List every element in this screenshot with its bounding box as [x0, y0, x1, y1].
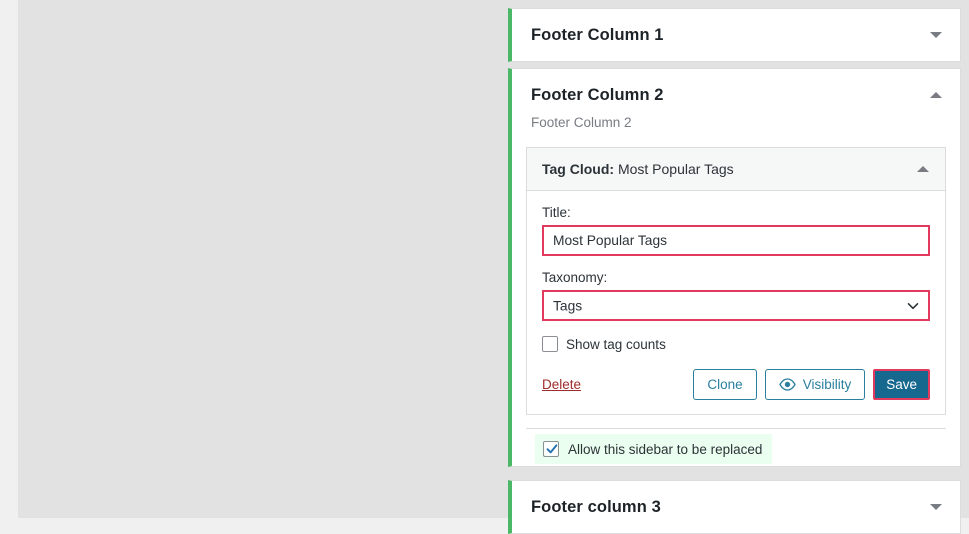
- panel-header-footer-column-2[interactable]: Footer Column 2: [512, 69, 960, 119]
- clone-button[interactable]: Clone: [693, 369, 757, 400]
- panel-footer-column-3[interactable]: Footer column 3: [508, 480, 961, 534]
- widget-panel-column: Footer Column 1 Footer Column 2 Footer C…: [504, 0, 969, 534]
- chevron-up-icon[interactable]: [930, 92, 942, 98]
- delete-link[interactable]: Delete: [542, 377, 581, 392]
- save-button[interactable]: Save: [873, 369, 930, 400]
- widget-instance-title: Most Popular Tags: [617, 161, 734, 177]
- taxonomy-select-value: Tags: [553, 298, 583, 313]
- widget-header-title: Tag Cloud: Most Popular Tags: [542, 161, 734, 177]
- panel-title: Footer Column 1: [531, 25, 664, 44]
- visibility-button-label: Visibility: [802, 377, 852, 392]
- left-rail: [0, 0, 18, 518]
- chevron-down-icon[interactable]: [930, 32, 942, 38]
- panel-footer-column-2: Footer Column 2 Footer Column 2 Tag Clou…: [508, 68, 961, 467]
- panel-description: Footer Column 2: [531, 115, 632, 130]
- widget-header[interactable]: Tag Cloud: Most Popular Tags: [527, 148, 945, 191]
- allow-sidebar-replace-checkbox[interactable]: [543, 441, 559, 457]
- widget-actions: Delete Clone Visibility Save: [542, 369, 930, 400]
- allow-sidebar-replace-highlight[interactable]: Allow this sidebar to be replaced: [535, 434, 773, 464]
- title-field-label: Title:: [542, 205, 571, 220]
- title-input[interactable]: [542, 225, 930, 256]
- visibility-button[interactable]: Visibility: [764, 369, 866, 400]
- panel-header-footer-column-3[interactable]: Footer column 3: [512, 481, 960, 533]
- panel-footer-column-1[interactable]: Footer Column 1: [508, 8, 961, 62]
- screen-root: Footer Column 1 Footer Column 2 Footer C…: [0, 0, 969, 534]
- allow-sidebar-replace-row[interactable]: Allow this sidebar to be replaced: [526, 429, 946, 469]
- panel-title: Footer Column 2: [531, 85, 664, 104]
- show-tag-counts-checkbox[interactable]: [542, 336, 558, 352]
- widget-body: Title: Taxonomy: Tags: [527, 191, 945, 414]
- panel-body: Tag Cloud: Most Popular Tags Title: Taxo…: [512, 130, 960, 469]
- taxonomy-field-label: Taxonomy:: [542, 270, 608, 285]
- widget-button-group: Clone Visibility Save: [693, 369, 930, 400]
- panel-header-footer-column-1[interactable]: Footer Column 1: [512, 9, 960, 61]
- panel-title: Footer column 3: [531, 497, 661, 516]
- chevron-down-icon[interactable]: [930, 504, 942, 510]
- eye-icon: [778, 378, 796, 391]
- show-tag-counts-label: Show tag counts: [566, 336, 666, 352]
- chevron-up-icon[interactable]: [917, 166, 929, 172]
- chevron-down-icon: [906, 298, 919, 310]
- widget-tag-cloud: Tag Cloud: Most Popular Tags Title: Taxo…: [526, 147, 946, 415]
- show-tag-counts-row[interactable]: Show tag counts: [542, 336, 930, 352]
- allow-sidebar-replace-label: Allow this sidebar to be replaced: [568, 441, 763, 457]
- widget-type-label: Tag Cloud:: [542, 161, 615, 177]
- taxonomy-select[interactable]: Tags: [542, 290, 930, 321]
